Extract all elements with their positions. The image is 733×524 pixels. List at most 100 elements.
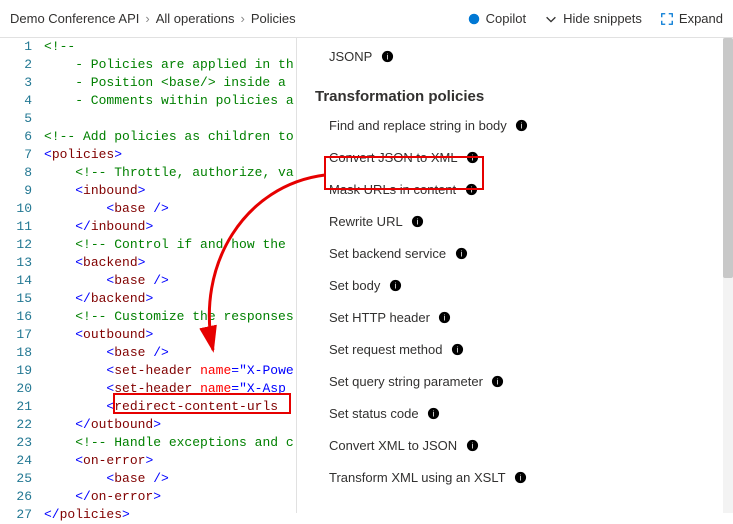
code-line[interactable]: <!-- Handle exceptions and c <box>44 434 294 452</box>
line-gutter: 1234567891011121314151617181920212223242… <box>0 38 40 513</box>
code-line[interactable]: <base /> <box>44 200 294 218</box>
policy-item-jsonp[interactable]: JSONP i <box>329 40 719 72</box>
chevron-right-icon: › <box>145 11 149 26</box>
scrollbar-thumb[interactable] <box>723 38 733 278</box>
info-icon[interactable]: i <box>514 470 528 484</box>
svg-text:i: i <box>433 408 435 418</box>
info-icon[interactable]: i <box>465 438 479 452</box>
line-number: 27 <box>0 506 32 524</box>
code-line[interactable]: <on-error> <box>44 452 294 470</box>
policy-item[interactable]: Transform XML using an XSLTi <box>329 461 719 493</box>
code-line[interactable]: <!-- Add policies as children to <box>44 128 294 146</box>
line-number: 19 <box>0 362 32 380</box>
header-bar: Demo Conference API › All operations › P… <box>0 0 733 38</box>
chevron-down-icon <box>544 12 558 26</box>
chevron-right-icon: › <box>240 11 244 26</box>
breadcrumb: Demo Conference API › All operations › P… <box>10 11 467 26</box>
expand-button[interactable]: Expand <box>660 11 723 26</box>
svg-text:i: i <box>457 344 459 354</box>
code-line[interactable]: - Position <base/> inside a <box>44 74 294 92</box>
code-line[interactable]: <base /> <box>44 344 294 362</box>
line-number: 26 <box>0 488 32 506</box>
policy-item[interactable]: Rewrite URLi <box>329 205 719 237</box>
info-icon[interactable]: i <box>454 246 468 260</box>
info-icon[interactable]: i <box>411 214 425 228</box>
line-number: 4 <box>0 92 32 110</box>
code-line[interactable]: <redirect-content-urls <box>44 398 294 416</box>
code-line[interactable]: </outbound> <box>44 416 294 434</box>
policy-item[interactable]: Find and replace string in body i <box>329 109 719 141</box>
policy-item[interactable]: Set backend servicei <box>329 237 719 269</box>
policy-label: Set request method <box>329 342 442 357</box>
code-line[interactable]: <!-- Control if and how the <box>44 236 294 254</box>
line-number: 14 <box>0 272 32 290</box>
info-icon[interactable]: i <box>450 342 464 356</box>
line-number: 21 <box>0 398 32 416</box>
line-number: 22 <box>0 416 32 434</box>
breadcrumb-item[interactable]: Demo Conference API <box>10 11 139 26</box>
svg-text:i: i <box>460 248 462 258</box>
svg-text:i: i <box>417 216 419 226</box>
info-icon[interactable]: i <box>491 374 505 388</box>
hide-snippets-button[interactable]: Hide snippets <box>544 11 642 26</box>
code-line[interactable]: <policies> <box>44 146 294 164</box>
code-line[interactable]: <outbound> <box>44 326 294 344</box>
info-icon[interactable]: i <box>515 118 529 132</box>
info-icon[interactable]: i <box>438 310 452 324</box>
code-line[interactable]: <backend> <box>44 254 294 272</box>
code-line[interactable]: <!-- <box>44 38 294 56</box>
line-number: 18 <box>0 344 32 362</box>
code-line[interactable]: <set-header name="X-Asp <box>44 380 294 398</box>
line-number: 12 <box>0 236 32 254</box>
line-number: 1 <box>0 38 32 56</box>
policy-label: Convert XML to JSON <box>329 438 457 453</box>
info-icon[interactable]: i <box>388 278 402 292</box>
info-icon[interactable]: i <box>380 49 394 63</box>
line-number: 2 <box>0 56 32 74</box>
line-number: 8 <box>0 164 32 182</box>
policy-item[interactable]: Set HTTP headeri <box>329 301 719 333</box>
copilot-button[interactable]: Copilot <box>467 11 526 26</box>
svg-text:i: i <box>394 280 396 290</box>
code-line[interactable] <box>44 110 294 128</box>
line-number: 7 <box>0 146 32 164</box>
code-line[interactable]: - Comments within policies a <box>44 92 294 110</box>
info-icon[interactable]: i <box>427 406 441 420</box>
main-area: 1234567891011121314151617181920212223242… <box>0 38 733 513</box>
svg-text:i: i <box>472 152 474 162</box>
line-number: 15 <box>0 290 32 308</box>
code-line[interactable]: <base /> <box>44 470 294 488</box>
breadcrumb-item[interactable]: Policies <box>251 11 296 26</box>
line-number: 9 <box>0 182 32 200</box>
line-number: 23 <box>0 434 32 452</box>
svg-text:i: i <box>386 51 388 61</box>
policy-item[interactable]: Set query string parameter i <box>329 365 719 397</box>
code-line[interactable]: <!-- Throttle, authorize, va <box>44 164 294 182</box>
expand-icon <box>660 12 674 26</box>
policy-item[interactable]: Mask URLs in contenti <box>329 173 719 205</box>
code-line[interactable]: <set-header name="X-Powe <box>44 362 294 380</box>
policy-item[interactable]: Convert JSON to XML i <box>329 141 719 173</box>
code-line[interactable]: <!-- Customize the responses <box>44 308 294 326</box>
info-icon[interactable]: i <box>464 182 478 196</box>
policy-label: Set query string parameter <box>329 374 483 389</box>
policy-item[interactable]: Set bodyi <box>329 269 719 301</box>
policy-item[interactable]: Set request method i <box>329 333 719 365</box>
policy-label: Find and replace string in body <box>329 118 507 133</box>
code-line[interactable]: </policies> <box>44 506 294 524</box>
policy-label: Set status code <box>329 406 419 421</box>
code-content[interactable]: <!-- - Policies are applied in th - Posi… <box>40 38 294 513</box>
breadcrumb-item[interactable]: All operations <box>156 11 235 26</box>
policy-label: Convert JSON to XML <box>329 150 458 165</box>
code-line[interactable]: </backend> <box>44 290 294 308</box>
info-icon[interactable]: i <box>466 150 480 164</box>
code-line[interactable]: - Policies are applied in th <box>44 56 294 74</box>
code-line[interactable]: </on-error> <box>44 488 294 506</box>
code-editor[interactable]: 1234567891011121314151617181920212223242… <box>0 38 297 513</box>
code-line[interactable]: <base /> <box>44 272 294 290</box>
line-number: 17 <box>0 326 32 344</box>
code-line[interactable]: </inbound> <box>44 218 294 236</box>
code-line[interactable]: <inbound> <box>44 182 294 200</box>
policy-item[interactable]: Convert XML to JSON i <box>329 429 719 461</box>
policy-item[interactable]: Set status code i <box>329 397 719 429</box>
